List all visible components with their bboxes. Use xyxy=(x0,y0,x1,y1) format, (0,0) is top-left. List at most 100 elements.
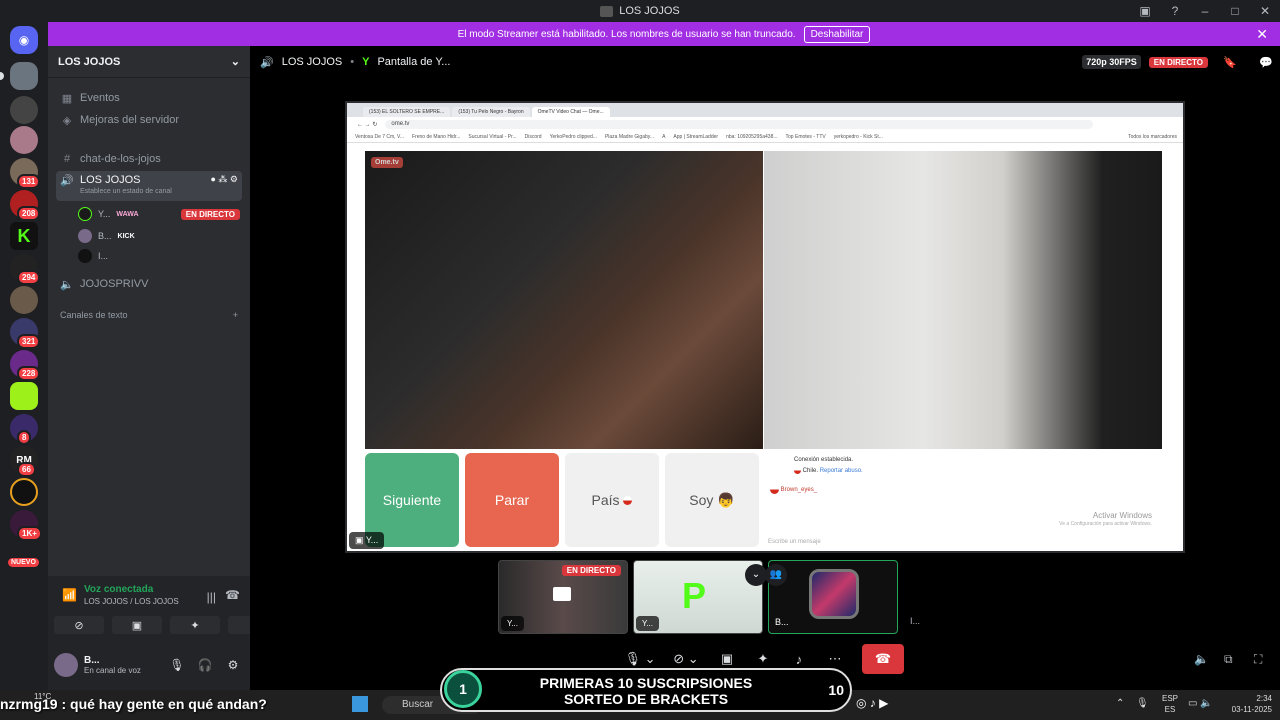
chat-input[interactable]: Escribe un mensaje xyxy=(768,539,821,545)
clock[interactable]: 2:34 03-11-2025 xyxy=(1222,693,1272,715)
participant-tile[interactable]: EN DIRECTO Y... xyxy=(498,560,628,634)
bookmark[interactable]: Plaza Madre Gigaby... xyxy=(605,134,654,140)
voice-user[interactable]: B... KICK xyxy=(78,226,240,246)
microphone-icon[interactable]: 🎙 xyxy=(166,658,188,672)
browser-tab[interactable]: OmeTV Video Chat — Ome... xyxy=(531,107,610,117)
server-icon[interactable] xyxy=(10,126,38,154)
minimize-button[interactable]: – xyxy=(1190,4,1220,18)
streamer-logo-icon: P xyxy=(682,575,707,616)
bookmark-icon[interactable]: 🔖 xyxy=(1216,56,1244,69)
leave-call-button[interactable]: ☎ xyxy=(862,644,904,674)
close-window-button[interactable]: ✕ xyxy=(1250,4,1280,18)
mention-badge: 66 xyxy=(17,462,36,477)
volume-icon[interactable]: 🔈 xyxy=(1194,652,1209,666)
fullscreen-icon[interactable]: ⛶ xyxy=(1254,652,1262,667)
add-people-icon[interactable]: 👥 xyxy=(765,564,787,586)
voice-user[interactable]: Y... WAWA EN DIRECTO xyxy=(78,204,240,224)
server-icon[interactable] xyxy=(10,478,38,506)
local-camera xyxy=(764,151,1162,449)
screen-share[interactable]: (153) EL SOLTERO SE EMPRE... (153) Tu Pe… xyxy=(345,101,1185,553)
chevron-down-icon: ⌄ xyxy=(230,56,240,68)
language-indicator[interactable]: ESP ES xyxy=(1162,693,1178,715)
voice-channel-item[interactable]: 🔊 LOS JOJOS Establece un estado de canal… xyxy=(56,171,242,201)
app-icons[interactable]: ◎ ♪ ▶ xyxy=(856,696,888,710)
participant-tile[interactable]: P Y... xyxy=(633,560,763,634)
tile-name: Y... xyxy=(642,619,653,628)
bookmark[interactable]: App | StreamLadder xyxy=(673,134,718,140)
add-channel-icon[interactable]: + xyxy=(233,310,238,320)
popout-icon[interactable]: ⧉ xyxy=(1224,652,1233,667)
windows-start-icon[interactable] xyxy=(352,696,368,712)
country-text: Chile. xyxy=(802,468,819,475)
camera-button[interactable]: ⊘ xyxy=(54,616,104,634)
disable-button[interactable]: Deshabilitar xyxy=(803,25,871,43)
server-header[interactable]: LOS JOJOS ⌄ xyxy=(48,46,250,78)
discord-home-icon[interactable]: ◉ xyxy=(10,26,38,54)
collapse-chevron-icon[interactable]: ⌄ xyxy=(745,564,767,586)
help-icon[interactable]: ? xyxy=(1160,4,1190,18)
activities-button[interactable]: ✦ xyxy=(170,616,220,634)
user-name: B... xyxy=(98,231,112,241)
close-banner-icon[interactable]: ✕ xyxy=(1256,26,1268,43)
bookmark[interactable]: Top Emotes - TTV xyxy=(786,134,826,140)
overlay-line1: PRIMERAS 10 SUSCRIPSIONES xyxy=(539,675,753,691)
stop-button[interactable]: Parar xyxy=(465,453,559,547)
voice-channel-item[interactable]: 🔈 JOJOSPRIVV xyxy=(56,273,242,295)
network-volume-icons[interactable]: ▭ 🔈 xyxy=(1188,698,1213,709)
country-button[interactable]: País xyxy=(565,453,659,547)
server-icon[interactable] xyxy=(10,96,38,124)
mention-badge: 228 xyxy=(17,366,41,381)
settings-gear-icon[interactable]: ⚙ xyxy=(222,658,244,672)
bookmark[interactable]: nba: 109205295a438... xyxy=(726,134,777,140)
bookmark[interactable]: A xyxy=(662,134,665,140)
bookmark[interactable]: YerkoPedro clipped... xyxy=(550,134,597,140)
lang-line: ESP xyxy=(1162,694,1179,703)
maximize-button[interactable]: □ xyxy=(1220,4,1250,18)
time: 2:34 xyxy=(1256,694,1272,703)
avatar xyxy=(78,207,92,221)
inbox-icon[interactable]: ▣ xyxy=(1130,4,1160,18)
chile-flag-icon xyxy=(794,467,801,474)
report-link[interactable]: Reportar abuso. xyxy=(820,468,863,474)
kick-server-icon[interactable]: K xyxy=(10,222,38,250)
sub-counter-right: 10 xyxy=(828,682,844,698)
address-bar[interactable]: ome.tv xyxy=(385,119,1093,129)
gender-button[interactable]: Soy 👦 xyxy=(665,453,759,547)
tray-chevron-icon[interactable]: ⌃ xyxy=(1116,698,1124,709)
user-area[interactable]: B... En canal de voz 🎙 🎧 ⚙ xyxy=(54,648,244,682)
participant-tile[interactable]: B... xyxy=(768,560,898,634)
headphones-icon[interactable]: 🎧 xyxy=(194,658,216,672)
voice-panel: Voz conectada LOS JOJOS / LOS JOJOS 📶 ||… xyxy=(48,576,278,690)
browser-tab[interactable]: (153) Tu Pelo Negro - Bayron xyxy=(452,107,530,117)
channel-actions-icons[interactable]: ● ⁂ ⚙ xyxy=(210,174,238,185)
signal-icon: 📶 xyxy=(62,588,77,602)
stream-view: 🔊 LOS JOJOS • Y Pantalla de Y... 720p 30… xyxy=(250,46,1280,690)
chat-icon[interactable]: 💬 xyxy=(1252,56,1280,69)
noise-suppression-icon[interactable]: ||| xyxy=(207,590,216,604)
bookmark[interactable]: Ventosa De 7 Cm, V... xyxy=(355,134,404,140)
server-icon[interactable] xyxy=(10,286,38,314)
bookmarks-bar: Ventosa De 7 Cm, V... Freno de Mano Hidr… xyxy=(347,131,1183,143)
category-header[interactable]: Canales de texto + xyxy=(56,304,242,326)
overlay-line2: SORTEO DE BRACKETS xyxy=(563,691,729,707)
events-item[interactable]: ▦ Eventos xyxy=(56,87,242,109)
bookmark[interactable]: Sucursal Virtual - Pr... xyxy=(468,134,516,140)
server-icon-jojos[interactable] xyxy=(10,62,38,90)
boosts-item[interactable]: ◈ Mejoras del servidor xyxy=(56,109,242,131)
browser-tab[interactable]: (153) EL SOLTERO SE EMPRE... xyxy=(363,107,451,117)
bookmark[interactable]: Discord xyxy=(525,134,542,140)
streamer-mode-banner: El modo Streamer está habilitado. Los no… xyxy=(48,22,1280,46)
screen-title: Pantalla de Y... xyxy=(377,56,451,68)
text-channel-item[interactable]: # chat-de-los-jojos xyxy=(56,148,242,170)
bookmark[interactable]: yerkopedro - Kick St... xyxy=(834,134,883,140)
all-bookmarks[interactable]: Todos los marcadores xyxy=(1128,134,1183,140)
ometv-logo: Ome.tv xyxy=(371,157,403,168)
voice-user[interactable]: I... xyxy=(78,246,240,266)
screen-share-button[interactable]: ▣ xyxy=(112,616,162,634)
voice-status-text[interactable]: Establece un estado de canal xyxy=(80,188,204,195)
date: 03-11-2025 xyxy=(1231,705,1272,714)
disconnect-icon[interactable]: ☎ xyxy=(225,588,240,602)
nav-arrows-icon[interactable]: ← → ↻ xyxy=(357,121,377,128)
server-icon[interactable] xyxy=(10,382,38,410)
bookmark[interactable]: Freno de Mano Hidr... xyxy=(412,134,460,140)
